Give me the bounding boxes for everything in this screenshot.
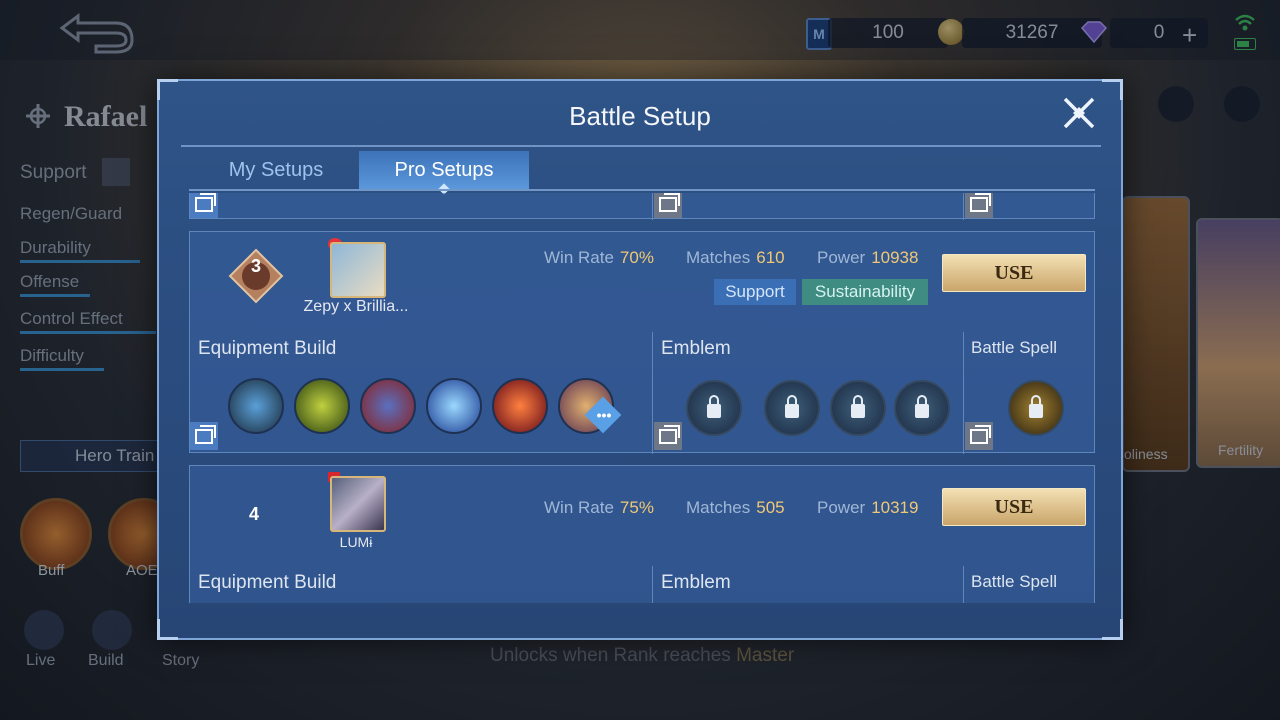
close-icon[interactable] — [1061, 95, 1097, 131]
item-wand-icon[interactable] — [294, 378, 350, 434]
spell-label: Battle Spell — [971, 338, 1057, 357]
use-button[interactable]: USE — [942, 254, 1086, 292]
item-boots-icon[interactable] — [228, 378, 284, 434]
player-name: LUMɨ — [339, 534, 373, 550]
tab-pro-setups[interactable]: Pro Setups — [359, 151, 529, 189]
battle-spell-icon[interactable] — [1008, 380, 1064, 436]
dialog-title: Battle Setup — [569, 101, 711, 131]
section-divider — [652, 193, 653, 220]
tabs-divider — [189, 189, 1095, 191]
section-divider — [963, 566, 964, 603]
stat-value: 70% — [619, 248, 654, 267]
player-name: Zepy x Brillia... — [303, 298, 409, 315]
copy-icon[interactable] — [654, 193, 682, 218]
stat-label: Matches — [686, 498, 751, 517]
stat-value: 75% — [619, 498, 654, 517]
battle-setup-dialog: Battle Setup My Setups Pro Setups 3 Zepy — [157, 79, 1123, 640]
stat-value: 505 — [756, 498, 785, 517]
stat-value: 610 — [756, 248, 785, 267]
copy-icon[interactable] — [190, 422, 218, 450]
tab-bar: My Setups Pro Setups — [181, 151, 1093, 191]
copy-icon[interactable] — [654, 422, 682, 450]
matches: Matches 610 — [686, 248, 785, 268]
win-rate: Win Rate 70% — [544, 248, 654, 268]
section-divider — [963, 193, 964, 220]
corner-ornament — [157, 79, 178, 100]
power: Power 10938 — [817, 248, 918, 268]
section-divider — [652, 332, 653, 454]
rank-number: 4 — [248, 504, 259, 524]
tag-sustainability: Sustainability — [802, 279, 928, 305]
title-divider — [181, 145, 1101, 147]
emblem-talent-1-icon[interactable] — [764, 380, 820, 436]
stat-label: Power — [817, 248, 866, 267]
emblem-talent-3-icon[interactable] — [894, 380, 950, 436]
player-avatar[interactable] — [330, 242, 386, 298]
stat-label: Win Rate — [544, 498, 614, 517]
player-avatar[interactable] — [330, 476, 386, 532]
copy-icon[interactable] — [190, 193, 218, 218]
corner-ornament — [1102, 619, 1123, 640]
tab-my-setups[interactable]: My Setups — [201, 151, 351, 189]
more-items-dots: ••• — [596, 407, 612, 423]
stat-label: Win Rate — [544, 248, 614, 267]
section-divider — [963, 332, 964, 454]
copy-icon[interactable] — [965, 422, 993, 450]
emblem-label: Emblem — [661, 572, 731, 593]
stat-label: Matches — [686, 248, 751, 267]
emblem-talent-2-icon[interactable] — [830, 380, 886, 436]
equipment-label: Equipment Build — [198, 572, 337, 593]
win-rate: Win Rate 75% — [544, 498, 654, 518]
list-item — [189, 193, 1095, 220]
spell-label: Battle Spell — [971, 572, 1057, 591]
use-button[interactable]: USE — [942, 488, 1086, 526]
corner-ornament — [1102, 79, 1123, 100]
copy-icon[interactable] — [965, 193, 993, 218]
stat-value: 10938 — [871, 248, 919, 267]
stat-label: Power — [817, 498, 866, 517]
item-flame-icon[interactable] — [492, 378, 548, 434]
tag-support: Support — [714, 279, 796, 305]
setup-card: 3 Zepy x Brillia... Win Rate 70% Matches 6… — [189, 231, 1095, 454]
setup-list[interactable]: 3 Zepy x Brillia... Win Rate 70% Matches 6… — [189, 193, 1095, 603]
item-tome-icon[interactable] — [360, 378, 416, 434]
emblem-main-icon[interactable] — [686, 380, 742, 436]
power: Power 10319 — [817, 498, 918, 518]
setup-card: 4 LUMɨ Win Rate 75% Matches 505 Power 10319… — [189, 465, 1095, 603]
equipment-label: Equipment Build — [198, 338, 337, 359]
section-divider — [652, 566, 653, 603]
emblem-label: Emblem — [661, 338, 731, 359]
corner-ornament — [157, 619, 178, 640]
rank-number: 3 — [250, 256, 261, 276]
stat-value: 10319 — [871, 498, 919, 517]
matches: Matches 505 — [686, 498, 785, 518]
item-crystal-icon[interactable] — [426, 378, 482, 434]
